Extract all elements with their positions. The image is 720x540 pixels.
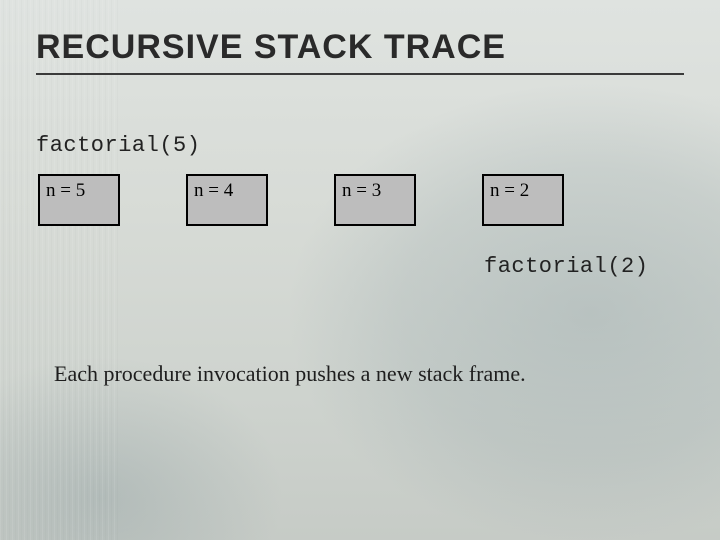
slide-title: RECURSIVE STACK TRACE [36,28,684,73]
caption-text: Each procedure invocation pushes a new s… [54,361,684,387]
code-call-top: factorial(5) [36,133,684,158]
title-underline [36,73,684,75]
stack-frame-label: n = 2 [490,180,529,202]
stack-frame: n = 3 [334,174,416,226]
stack-frame: n = 4 [186,174,268,226]
stack-frame-label: n = 3 [342,180,381,202]
stack-frame-label: n = 5 [46,180,85,202]
slide: RECURSIVE STACK TRACE factorial(5) n = 5… [0,0,720,540]
stack-frame: n = 2 [482,174,564,226]
stack-frame: n = 5 [38,174,120,226]
code-call-bottom: factorial(2) [484,254,684,279]
stack-frames-row: n = 5 n = 4 n = 3 n = 2 [38,174,684,226]
stack-frame-label: n = 4 [194,180,233,202]
